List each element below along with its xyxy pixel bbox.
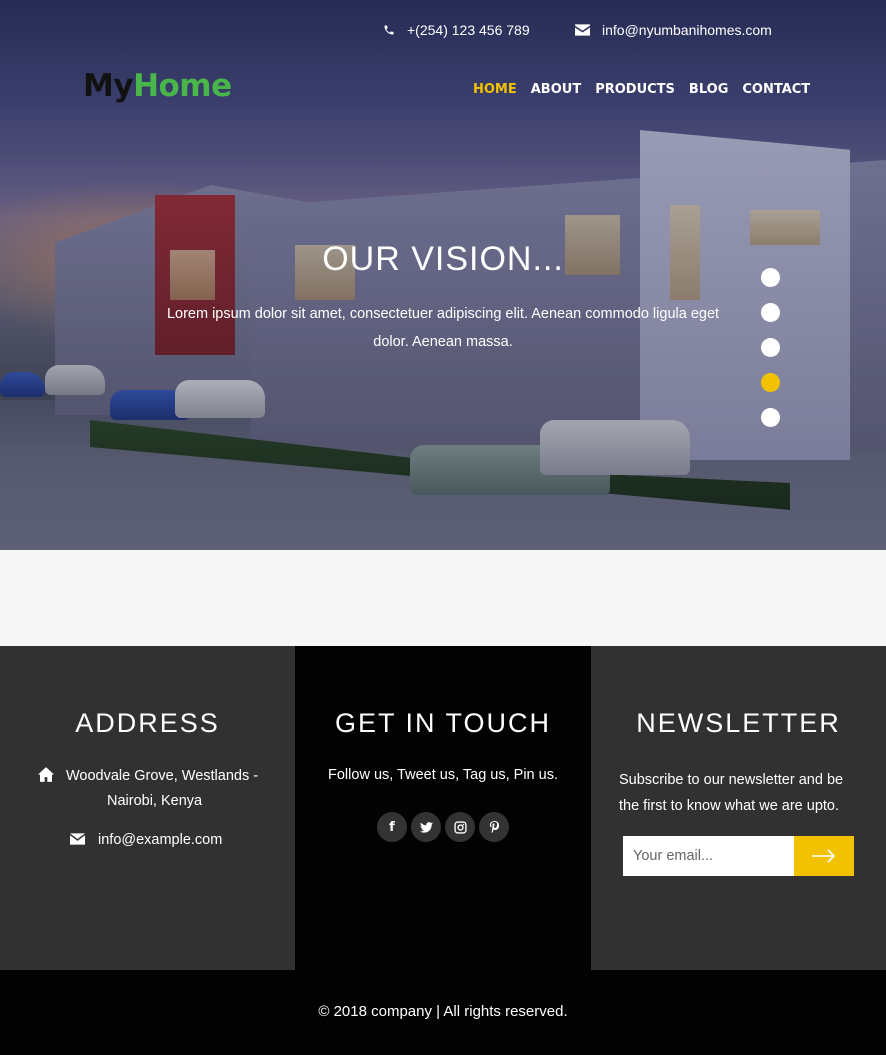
slider-dot-1[interactable] [761,268,780,287]
logo-text-my: My [83,68,134,104]
slide-description: Lorem ipsum dolor sit amet, consectetuer… [166,306,720,350]
address-column: ADDRESS Woodvale Grove, Westlands - Nair… [0,646,295,970]
nav-item-contact[interactable]: CONTACT [742,82,810,97]
email-address: info@nyumbanihomes.com [602,22,772,38]
nav-item-blog[interactable]: BLOG [689,82,728,97]
get-in-touch-heading: GET IN TOUCH [334,708,552,738]
envelope-icon [70,833,85,845]
nav-item-products[interactable]: PRODUCTS [595,82,675,97]
pinterest-icon[interactable] [479,812,509,842]
instagram-icon[interactable] [445,812,475,842]
contact-bar: +(254) 123 456 789 info@nyumbanihomes.co… [0,22,886,42]
newsletter-submit-button[interactable] [794,836,854,876]
social-links: f [377,812,509,842]
hero-banner: +(254) 123 456 789 info@nyumbanihomes.co… [0,0,886,550]
get-in-touch-column: GET IN TOUCH Follow us, Tweet us, Tag us… [295,646,591,970]
footer-columns: ADDRESS Woodvale Grove, Westlands - Nair… [0,646,886,970]
newsletter-heading: NEWSLETTER [636,708,841,738]
newsletter-text: Subscribe to our newsletter and be the f… [619,772,844,814]
facebook-icon[interactable]: f [377,812,407,842]
slider-pagination [761,268,781,443]
slider-dot-2[interactable] [761,303,780,322]
get-in-touch-text: Follow us, Tweet us, Tag us, Pin us. [328,767,558,783]
newsletter-email-input[interactable] [623,836,794,876]
slider-dot-3[interactable] [761,338,780,357]
twitter-icon[interactable] [411,812,441,842]
slider-dot-4[interactable] [761,373,780,392]
newsletter-column: NEWSLETTER Subscribe to our newsletter a… [591,646,886,970]
envelope-icon [575,24,590,36]
phone-number: +(254) 123 456 789 [407,22,530,38]
address-heading: ADDRESS [75,708,220,738]
site-logo[interactable]: MyHome [83,68,232,104]
arrow-right-icon [812,849,836,863]
address-email[interactable]: info@example.com [98,828,222,853]
nav-item-home[interactable]: HOME [473,82,517,97]
home-icon [38,767,54,782]
copyright-bar: © 2018 company | All rights reserved. [0,970,886,1055]
phone-contact[interactable]: +(254) 123 456 789 [383,22,530,38]
email-contact[interactable]: info@nyumbanihomes.com [575,22,772,38]
copyright-text: © 2018 company | All rights reserved. [318,1003,568,1020]
nav-item-about[interactable]: ABOUT [531,82,581,97]
address-line-1: Woodvale Grove, Westlands - [66,768,259,784]
slide-title: OUR VISION... [322,240,564,278]
newsletter-form [623,836,854,876]
slider-dot-5[interactable] [761,408,780,427]
phone-icon [384,25,394,35]
address-line-2: Nairobi, Kenya [107,793,203,809]
main-nav: HOME ABOUT PRODUCTS BLOG CONTACT [473,82,810,97]
logo-text-home: Home [133,68,232,104]
